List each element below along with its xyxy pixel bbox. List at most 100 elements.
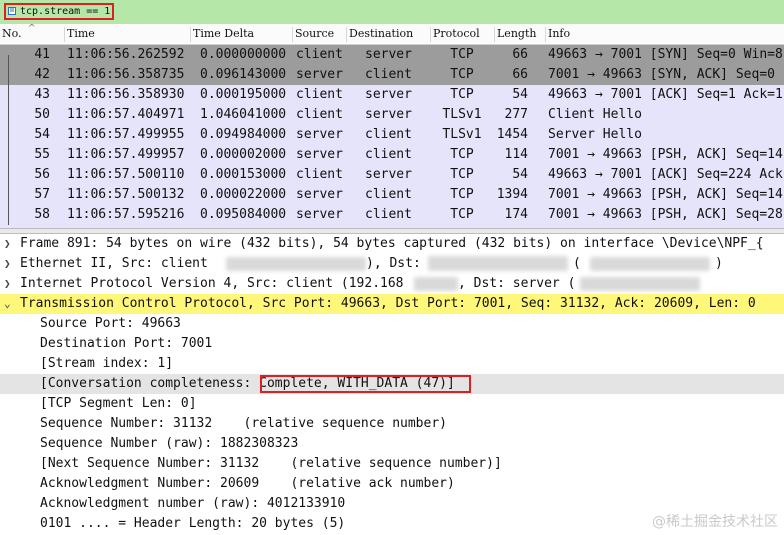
expand-arrow-icon[interactable]: ❯ — [4, 274, 16, 294]
packet-delta: 0.000195000 — [200, 87, 287, 102]
packet-info: Client Hello — [548, 107, 642, 122]
tcp-field-label: Sequence Number (raw): 1882308323 — [40, 436, 299, 451]
packet-protocol: TCP — [450, 207, 474, 222]
packet-row[interactable]: 56 11:06:57.500110 0.000153000 client se… — [0, 165, 784, 185]
redacted-mac — [226, 257, 366, 271]
packet-delta: 0.000002000 — [200, 147, 287, 162]
tcp-field[interactable]: Source Port: 49663 — [0, 314, 784, 334]
packet-source: server — [296, 187, 343, 202]
tcp-field[interactable]: [Next Sequence Number: 31132 (relative s… — [0, 454, 784, 474]
packet-delta: 0.000022000 — [200, 187, 287, 202]
packet-delta: 0.095084000 — [200, 207, 287, 222]
tree-item-label: Frame 891: 54 bytes on wire (432 bits), … — [20, 236, 764, 251]
packet-length: 66 — [512, 47, 528, 62]
tcp-field[interactable]: [Stream index: 1] — [0, 354, 784, 374]
packet-row[interactable]: 58 11:06:57.595216 0.095084000 server cl… — [0, 205, 784, 225]
tree-item-ipv4[interactable]: ❯ Internet Protocol Version 4, Src: clie… — [0, 274, 784, 294]
packet-info: 49663 → 7001 [ACK] Seq=1 Ack=1 — [548, 87, 783, 102]
watermark: @稀土掘金技术社区 — [652, 514, 778, 530]
redacted-mac — [428, 256, 568, 271]
packet-protocol: TLSv1 — [442, 127, 482, 142]
packet-protocol: TCP — [450, 47, 474, 62]
packet-delta: 0.000000000 — [200, 47, 287, 62]
packet-source: server — [296, 207, 343, 222]
packet-row[interactable]: 43 11:06:56.358930 0.000195000 client se… — [0, 85, 784, 105]
packet-destination: client — [365, 147, 412, 162]
packet-length: 1454 — [496, 127, 528, 142]
expand-arrow-icon[interactable]: ❯ — [4, 234, 16, 254]
conversation-bracket — [8, 55, 19, 225]
packet-source: client — [296, 167, 343, 182]
packet-row[interactable]: 42 11:06:56.358735 0.096143000 server cl… — [0, 65, 784, 85]
column-protocol[interactable]: Protocol — [430, 27, 494, 42]
tcp-field[interactable]: Destination Port: 7001 — [0, 334, 784, 354]
packet-time: 11:06:57.500132 — [67, 187, 185, 202]
packet-info: 7001 → 49663 [PSH, ACK] Seq=14 — [548, 147, 783, 162]
packet-protocol: TCP — [450, 147, 474, 162]
packet-row[interactable]: 57 11:06:57.500132 0.000022000 server cl… — [0, 185, 784, 205]
packet-protocol: TCP — [450, 187, 474, 202]
tree-item-label-dst: , Dst: server ( — [458, 276, 576, 291]
packet-protocol: TLSv1 — [442, 107, 482, 122]
tcp-field-label: [TCP Segment Len: 0] — [40, 396, 197, 411]
packet-length: 277 — [504, 107, 528, 122]
packet-destination: client — [365, 187, 412, 202]
packet-length: 174 — [504, 207, 528, 222]
tcp-field-label: Acknowledgment number (raw): 4012133910 — [40, 496, 346, 511]
packet-time: 11:06:56.358930 — [67, 87, 185, 102]
expand-arrow-icon[interactable]: ❯ — [4, 254, 16, 274]
packet-info: 49663 → 7001 [SYN] Seq=0 Win=8 — [548, 47, 783, 62]
tcp-field[interactable]: Acknowledgment Number: 20609 (relative a… — [0, 474, 784, 494]
tcp-field-label: [Next Sequence Number: 31132 (relative s… — [40, 456, 502, 471]
packet-destination: server — [365, 87, 412, 102]
packet-source: client — [296, 87, 343, 102]
column-time[interactable]: Time — [64, 27, 190, 42]
packet-delta: 1.046041000 — [200, 107, 287, 122]
tree-item-tcp[interactable]: ⌄ Transmission Control Protocol, Src Por… — [0, 294, 784, 314]
packet-length: 1394 — [496, 187, 528, 202]
packet-source: client — [296, 107, 343, 122]
packet-destination: server — [365, 107, 412, 122]
packet-time: 11:06:57.404971 — [67, 107, 185, 122]
packet-row[interactable]: 55 11:06:57.499957 0.000002000 server cl… — [0, 145, 784, 165]
packet-list-header: No. ^ Time Time Delta Source Destination… — [0, 24, 784, 45]
packet-info: Server Hello — [548, 127, 642, 142]
packet-destination: server — [365, 47, 412, 62]
packet-protocol: TCP — [450, 87, 474, 102]
tcp-field-label: [Stream index: 1] — [40, 356, 174, 371]
packet-info: 7001 → 49663 [PSH, ACK] Seq=14 — [548, 187, 783, 202]
display-filter-input[interactable]: tcp.stream == 1 — [4, 3, 114, 20]
column-info[interactable]: Info — [545, 27, 784, 42]
packet-row[interactable]: 54 11:06:57.499955 0.094984000 server cl… — [0, 125, 784, 145]
column-destination[interactable]: Destination — [346, 27, 430, 42]
tcp-field[interactable]: Sequence Number (raw): 1882308323 — [0, 434, 784, 454]
bookmark-icon[interactable] — [8, 7, 16, 15]
packet-protocol: TCP — [450, 167, 474, 182]
redacted-ip — [580, 277, 700, 291]
collapse-arrow-icon[interactable]: ⌄ — [4, 294, 16, 314]
filter-text: tcp.stream == 1 — [20, 6, 111, 17]
tree-item-ethernet[interactable]: ❯ Ethernet II, Src: client ), Dst: ( ) — [0, 254, 784, 274]
packet-info: 49663 → 7001 [ACK] Seq=224 Ack — [548, 167, 783, 182]
column-time-delta[interactable]: Time Delta — [190, 27, 292, 42]
packet-time: 11:06:57.499957 — [67, 147, 185, 162]
packet-row[interactable]: 41 11:06:56.262592 0.000000000 client se… — [0, 45, 784, 65]
tcp-field[interactable]: Sequence Number: 31132 (relative sequenc… — [0, 414, 784, 434]
column-length[interactable]: Length — [494, 27, 545, 42]
redacted-mac — [590, 257, 710, 271]
tree-item-label: Internet Protocol Version 4, Src: client… — [20, 276, 404, 291]
column-source[interactable]: Source — [292, 27, 346, 42]
tcp-field-label: Sequence Number: 31132 (relative sequenc… — [40, 416, 447, 431]
tree-item-label: Ethernet II, Src: client — [20, 256, 208, 271]
packet-destination: client — [365, 207, 412, 222]
highlight-box — [260, 375, 471, 393]
packet-info: 7001 → 49663 [SYN, ACK] Seq=0 — [548, 67, 775, 82]
tcp-field-label: Destination Port: 7001 — [40, 336, 213, 351]
packet-row[interactable]: 50 11:06:57.404971 1.046041000 client se… — [0, 105, 784, 125]
tcp-field[interactable]: [TCP Segment Len: 0] — [0, 394, 784, 414]
tcp-field-conversation-completeness[interactable]: [Conversation completeness: Complete, WI… — [0, 374, 784, 394]
tree-item-frame[interactable]: ❯ Frame 891: 54 bytes on wire (432 bits)… — [0, 234, 784, 254]
tcp-field-label: Source Port: 49663 — [40, 316, 181, 331]
display-filter-bar: tcp.stream == 1 — [0, 0, 784, 25]
packet-protocol: TCP — [450, 67, 474, 82]
